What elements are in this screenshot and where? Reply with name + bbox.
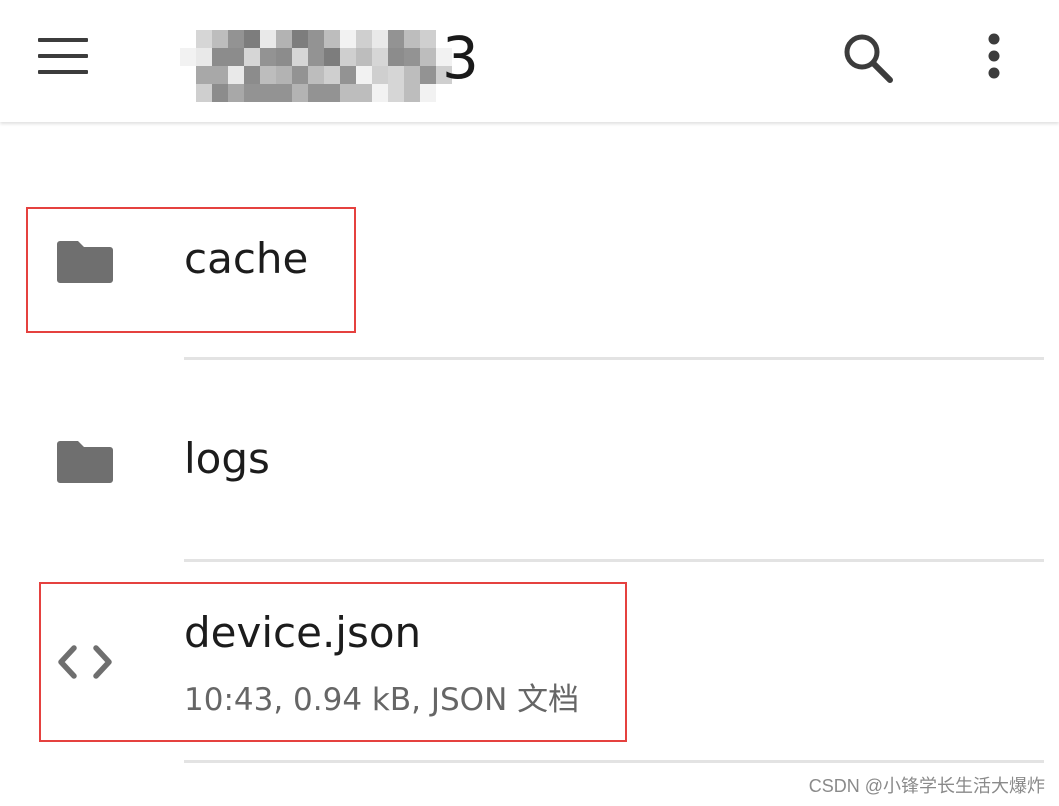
redaction-cell [292, 48, 308, 66]
redaction-cell [372, 30, 388, 48]
redaction-cell [276, 84, 292, 102]
redaction-cell [388, 66, 404, 84]
file-name: cache [184, 234, 309, 283]
redaction-cell [244, 30, 260, 48]
redaction-cell [260, 30, 276, 48]
redaction-cell [388, 30, 404, 48]
redaction-cell [356, 48, 372, 66]
redaction-cell [372, 84, 388, 102]
redaction-cell [276, 30, 292, 48]
redaction-cell [212, 84, 228, 102]
file-meta: 10:43, 0.94 kB, JSON 文档 [184, 682, 580, 718]
redaction-cell [356, 30, 372, 48]
redaction-cell [340, 48, 356, 66]
redaction-cell [308, 30, 324, 48]
menu-icon-line [38, 70, 88, 74]
redaction-cell [404, 48, 420, 66]
redaction-cell [196, 30, 212, 48]
redaction-cell [212, 48, 228, 66]
redaction-cell [292, 66, 308, 84]
file-row-logs[interactable]: logs [0, 400, 1059, 530]
title-text: 3 [442, 24, 479, 92]
redaction-cell [212, 66, 228, 84]
redaction-cell [324, 30, 340, 48]
redaction-cell [196, 48, 212, 66]
redaction-cell [324, 84, 340, 102]
redaction-cell [196, 84, 212, 102]
menu-icon [38, 38, 88, 42]
redaction-cell [228, 48, 244, 66]
more-vert-icon [988, 33, 1000, 79]
redaction-cell [180, 48, 196, 66]
list-divider [184, 357, 1044, 360]
redaction-cell [308, 48, 324, 66]
redaction-cell [180, 30, 196, 48]
redaction-cell [228, 84, 244, 102]
menu-icon-line [38, 54, 88, 58]
file-name: logs [184, 434, 270, 483]
redaction-cell [420, 66, 436, 84]
redaction-cell [260, 84, 276, 102]
file-row-device-json[interactable]: device.json 10:43, 0.94 kB, JSON 文档 [0, 584, 1059, 740]
redaction-cell [276, 66, 292, 84]
redaction-cell [404, 66, 420, 84]
redaction-cell [228, 30, 244, 48]
redaction-cell [404, 84, 420, 102]
redaction-cell [276, 48, 292, 66]
search-button[interactable] [838, 28, 898, 88]
redaction-cell [340, 30, 356, 48]
redaction-cell [180, 66, 196, 84]
redaction-cell [388, 48, 404, 66]
redaction-cell [292, 30, 308, 48]
app-bar: 3 [0, 0, 1059, 122]
redaction-cell [420, 48, 436, 66]
redaction-cell [260, 66, 276, 84]
redaction-cell [324, 48, 340, 66]
redaction-cell [420, 84, 436, 102]
redaction-cell [212, 30, 228, 48]
redaction-cell [404, 30, 420, 48]
folder-icon [57, 241, 113, 283]
redaction-cell [372, 66, 388, 84]
redaction-cell [244, 84, 260, 102]
redaction-cell [260, 48, 276, 66]
redaction-cell [292, 84, 308, 102]
menu-button[interactable] [38, 38, 88, 74]
redaction-cell [228, 66, 244, 84]
redaction-cell [244, 66, 260, 84]
file-row-cache[interactable]: cache [0, 210, 1059, 330]
redaction-cell [356, 84, 372, 102]
redaction-cell [340, 66, 356, 84]
redaction-cell [372, 48, 388, 66]
redaction-cell [244, 48, 260, 66]
folder-icon [57, 441, 113, 483]
redaction-cell [308, 66, 324, 84]
file-name: device.json [184, 608, 422, 657]
redaction-cell [420, 30, 436, 48]
list-divider [184, 559, 1044, 562]
list-divider [184, 760, 1044, 763]
pixelated-redaction [180, 30, 452, 102]
redaction-cell [356, 66, 372, 84]
redaction-cell [180, 84, 196, 102]
code-icon [58, 645, 112, 679]
redaction-cell [388, 84, 404, 102]
redaction-cell [196, 66, 212, 84]
watermark: CSDN @小锋学长生活大爆炸 [808, 776, 1045, 796]
redaction-cell [340, 84, 356, 102]
more-options-button[interactable] [976, 28, 1016, 88]
redaction-cell [324, 66, 340, 84]
redaction-cell [308, 84, 324, 102]
search-icon [844, 34, 893, 83]
